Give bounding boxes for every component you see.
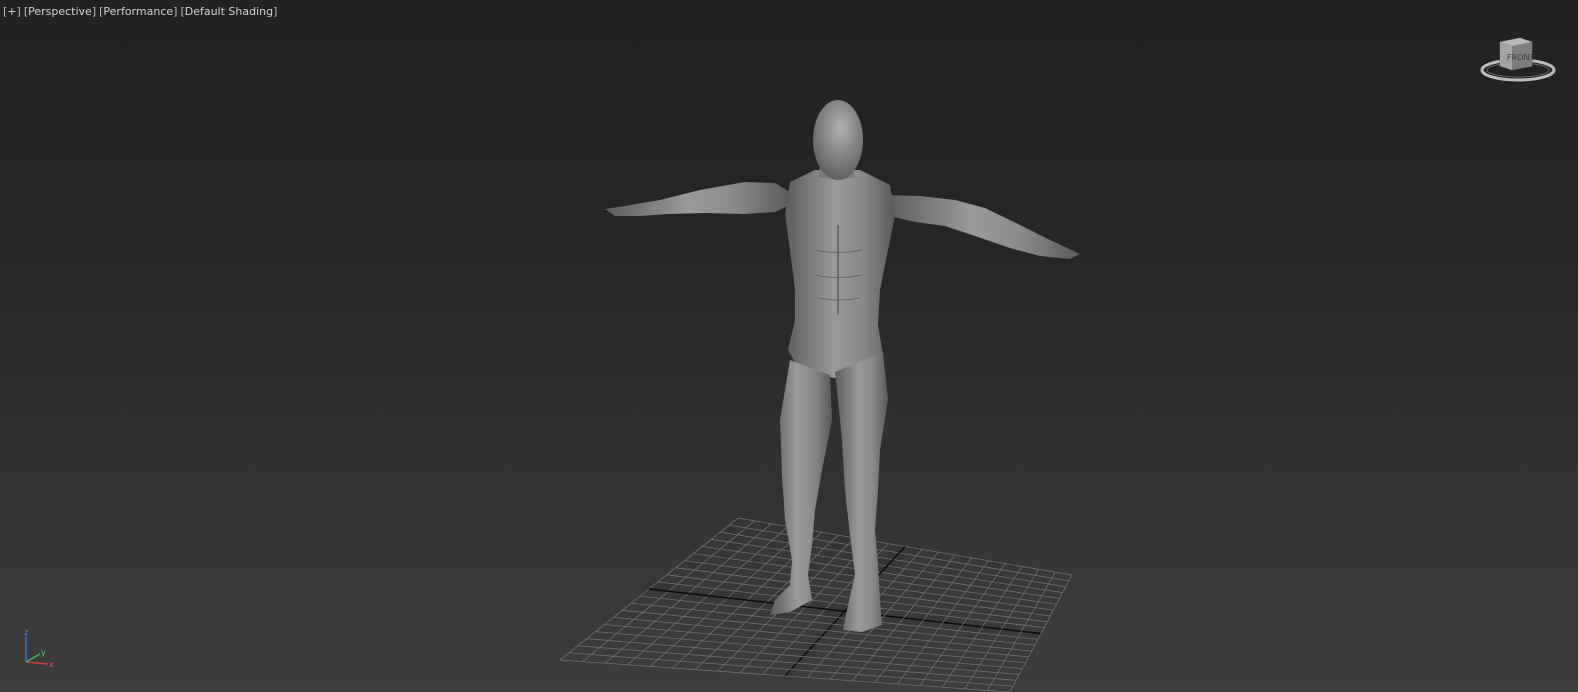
model-left-leg [770,360,832,615]
scene-canvas[interactable] [0,0,1578,692]
axis-y-label: y [41,648,46,657]
viewcube[interactable]: FRONT [1478,30,1558,90]
perspective-viewport[interactable]: [+] [Perspective] [Performance] [Default Sh… [0,0,1578,692]
axis-x-line [25,661,49,665]
axis-tripod: z y x [24,628,54,669]
grid-line [964,569,1039,690]
model-right-arm [885,195,1080,259]
axis-x-label: x [49,660,54,669]
grid-line [987,571,1056,691]
grid-line [568,652,1014,687]
axis-z-label: z [24,628,28,637]
model-right-leg [835,352,888,632]
model-head [813,100,863,180]
axis-y-line [25,653,41,663]
grid-line [577,645,1017,681]
model-left-arm [605,182,790,216]
viewcube-front-label: FRONT [1507,53,1534,62]
human-model-mesh[interactable] [605,100,1080,632]
home-grid [559,517,1073,692]
model-torso [785,170,895,378]
grid-line [559,659,1011,692]
